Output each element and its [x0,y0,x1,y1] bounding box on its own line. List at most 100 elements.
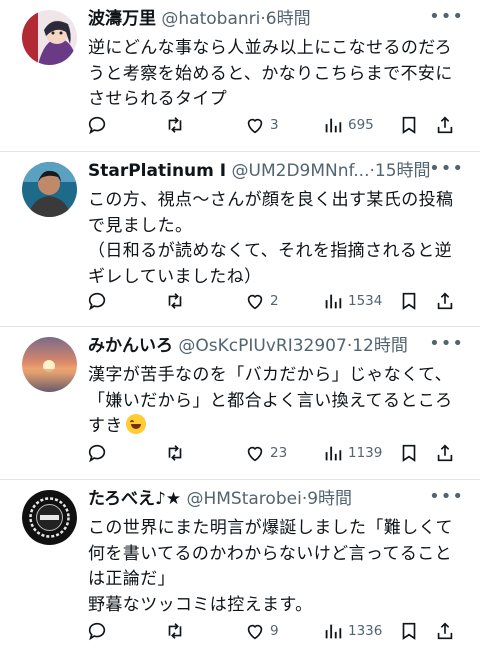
views-icon [325,294,342,309]
share-button[interactable] [434,113,456,137]
post-header: みかんいろ @OsKcPIUvRI32907·12時間 [88,335,462,357]
reply-icon [88,292,106,311]
handle[interactable]: @UM2D9MNnf... [232,161,370,181]
more-icon[interactable]: ••• [429,488,464,506]
share-icon [437,292,453,310]
bookmark-button[interactable] [398,113,420,137]
views-icon [325,446,342,461]
share-button[interactable] [434,619,456,643]
views-icon [325,118,342,133]
more-icon[interactable]: ••• [429,160,464,178]
reply-post[interactable]: StarPlatinum I @UM2D9MNnf...·15時間 ••• この… [0,152,480,327]
reply-button[interactable] [86,619,108,643]
post-text-line: 野暮なツッコミは控えます。 [88,594,313,615]
like-button[interactable]: 2 [244,289,279,313]
reply-icon [88,622,106,641]
avatar[interactable] [22,337,77,392]
share-icon [437,444,453,462]
retweet-icon [168,117,182,133]
like-icon [247,118,263,134]
post-text-line: で見ました。 [88,215,193,236]
post-text-line: うと考察を始めると、かなりこちらまで不安に [88,63,453,84]
reply-post[interactable]: 波濤万里 @hatobanri·6時間 ••• 逆にどんな事なら人並み以上にこな… [0,0,480,152]
bookmark-icon [402,444,416,462]
retweet-button[interactable] [164,619,186,643]
share-button[interactable] [434,441,456,465]
laughing-emoji-icon [125,414,146,434]
bookmark-button[interactable] [398,619,420,643]
reply-post[interactable]: みかんいろ @OsKcPIUvRI32907·12時間 ••• 漢字が苦手なのを… [0,327,480,480]
post-text-line: させられるタイプ [88,89,228,109]
views-button[interactable]: 1534 [322,289,382,313]
retweet-icon [168,445,182,461]
retweet-button[interactable] [164,441,186,465]
bookmark-button[interactable] [398,441,420,465]
avatar[interactable] [22,10,77,65]
more-icon[interactable]: ••• [429,8,464,26]
retweet-button[interactable] [164,289,186,313]
post-text-line: （日和るが読めなくて、それを指摘されると逆 [88,241,453,261]
action-bar: 23 1139 [86,441,460,465]
share-button[interactable] [434,289,456,313]
views-button[interactable]: 1139 [322,441,382,465]
bookmark-icon [402,292,416,310]
more-icon[interactable]: ••• [429,335,464,353]
reply-icon [88,444,106,463]
display-name[interactable]: たろべえ♪★ [88,489,181,509]
action-bar: 3 695 [86,113,460,137]
post-text-line: ギレしていましたね） [88,266,262,287]
bookmark-button[interactable] [398,289,420,313]
handle[interactable]: @HMStarobei [186,489,301,509]
views-icon [325,624,342,639]
handle[interactable]: @hatobanri [161,9,260,29]
retweet-icon [168,293,182,309]
reply-feed: 波濤万里 @hatobanri·6時間 ••• 逆にどんな事なら人並み以上にこな… [0,0,480,651]
post-text: この世界にまた明言が爆誕しました「難しくて 何を書いてるのかわからないけど言って… [88,516,466,618]
like-icon [247,294,263,310]
reply-button[interactable] [86,113,108,137]
post-text-line: 何を書いてるのかわからないけど言ってること [88,543,453,564]
post-text-line: すき [88,416,123,436]
like-button[interactable]: 9 [244,619,279,643]
like-button[interactable]: 3 [244,113,279,137]
post-text-line-with-emoji: すき [88,414,466,440]
views-button[interactable]: 695 [322,113,374,137]
like-count: 2 [270,293,279,309]
avatar[interactable] [22,162,77,217]
display-name[interactable]: みかんいろ [88,336,173,356]
post-text: この方、視点〜さんが顔を良く出す某氏の投稿 で見ました。 （日和るが読めなくて、… [88,188,466,290]
reply-button[interactable] [86,289,108,313]
retweet-button[interactable] [164,113,186,137]
bookmark-icon [402,622,416,640]
like-icon [247,624,263,640]
view-count: 695 [348,117,374,133]
post-text-line: は正論だ」 [88,569,175,589]
like-icon [247,446,263,462]
display-name[interactable]: StarPlatinum I [88,161,226,181]
post-header: 波濤万里 @hatobanri·6時間 [88,8,462,30]
like-count: 9 [270,623,279,639]
share-icon [437,116,453,134]
reply-button[interactable] [86,441,108,465]
like-count: 3 [270,117,279,133]
post-text: 逆にどんな事なら人並み以上にこなせるのだろ うと考察を始めると、かなりこちらまで… [88,36,466,113]
view-count: 1534 [348,293,383,309]
timestamp[interactable]: ·12時間 [347,336,408,356]
post-text-line: この方、視点〜さんが顔を良く出す某氏の投稿 [88,190,454,210]
post-header: StarPlatinum I @UM2D9MNnf...·15時間 [88,160,462,182]
views-button[interactable]: 1336 [322,619,382,643]
display-name[interactable]: 波濤万里 [88,9,156,29]
view-count: 1336 [348,623,383,639]
timestamp[interactable]: ·9時間 [302,489,352,509]
action-bar: 9 1336 [86,619,460,643]
avatar[interactable] [22,490,77,545]
timestamp[interactable]: ·15時間 [369,161,430,181]
timestamp[interactable]: ·6時間 [260,9,310,29]
reply-post[interactable]: たろべえ♪★ @HMStarobei·9時間 ••• この世界にまた明言が爆誕し… [0,480,480,651]
reply-icon [88,116,106,135]
handle[interactable]: @OsKcPIUvRI32907 [178,336,346,356]
like-count: 23 [270,445,288,461]
like-button[interactable]: 23 [244,441,287,465]
view-count: 1139 [348,445,383,461]
post-header: たろべえ♪★ @HMStarobei·9時間 [88,488,462,510]
